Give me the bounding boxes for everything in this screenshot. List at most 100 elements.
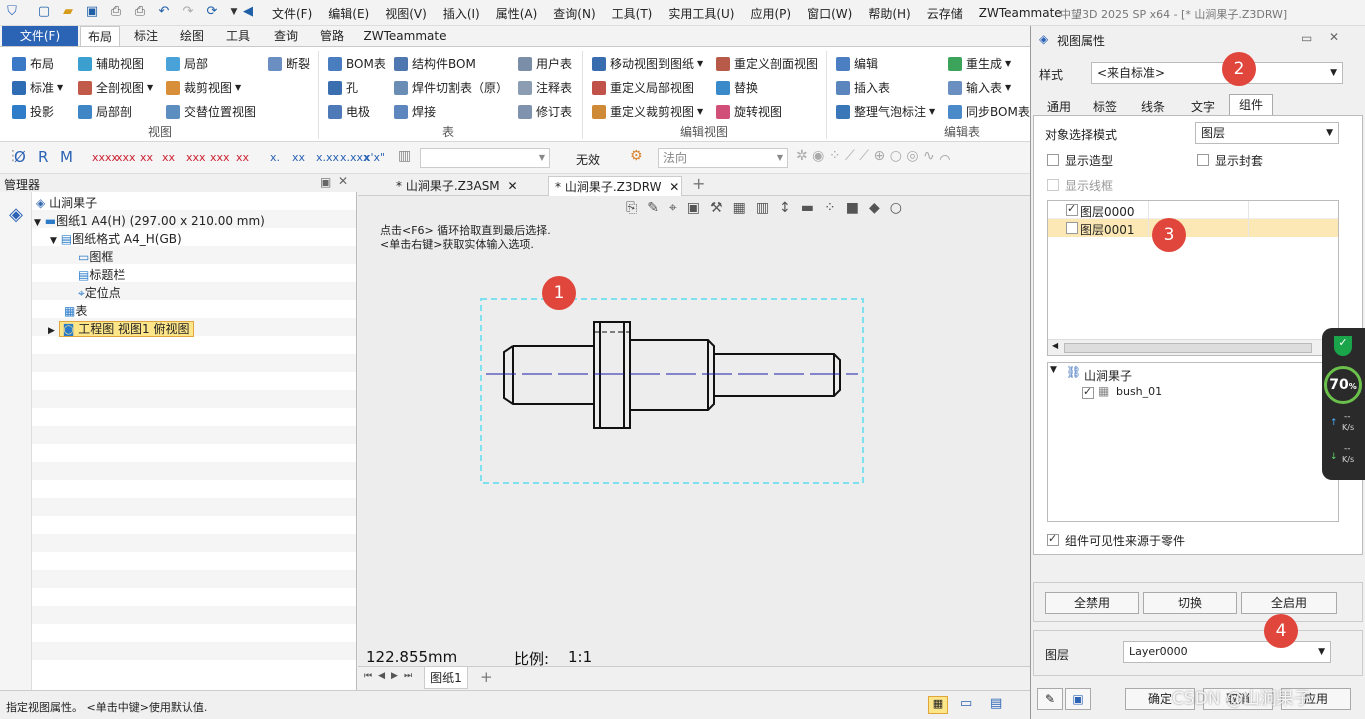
tab-tools[interactable]: 工具	[218, 26, 258, 46]
layout-button[interactable]: 布局	[12, 55, 54, 72]
weld-button[interactable]: 焊接	[394, 103, 436, 120]
expand-icon[interactable]: ▼	[34, 218, 41, 228]
menu-zwteammate[interactable]: ZWTeammate	[971, 6, 1070, 20]
tab-piping[interactable]: 管路	[312, 26, 352, 46]
tree-item-sheet[interactable]: ▼ ▬图纸1 A4(H) (297.00 x 210.00 mm)	[32, 212, 356, 230]
tree-item-format[interactable]: ▼ ▤图纸格式 A4_H(GB)	[32, 230, 356, 248]
new-file-icon[interactable]: ▢	[36, 4, 52, 20]
add-sheet-icon[interactable]: +	[480, 668, 493, 686]
format-icon[interactable]: xxx	[116, 151, 136, 164]
format-icon[interactable]: xx	[236, 151, 249, 164]
diameter-icon[interactable]: Ø	[14, 148, 26, 166]
tab-zwteammate[interactable]: ZWTeammate	[360, 26, 450, 46]
broken-out-section-button[interactable]: 局部剖	[78, 103, 132, 120]
move-view-button[interactable]: 移动视图到图纸 ▼	[592, 55, 703, 72]
menu-tools[interactable]: 工具(T)	[604, 5, 661, 22]
layer-select[interactable]: Layer0000 ▼	[1123, 641, 1331, 663]
user-table-button[interactable]: 用户表	[518, 55, 572, 72]
close-icon[interactable]: ✕	[338, 174, 348, 188]
crop-view-button[interactable]: 裁剪视图 ▼	[166, 79, 241, 96]
layer-checkbox[interactable]	[1066, 222, 1078, 234]
menu-view[interactable]: 视图(V)	[377, 5, 435, 22]
toggle-button[interactable]: 切换	[1143, 592, 1237, 614]
menu-apps[interactable]: 应用(P)	[743, 5, 800, 22]
list-icon[interactable]: ▤	[990, 696, 1002, 711]
format-icon[interactable]: xx	[140, 151, 153, 164]
precision-combo[interactable]: ▼	[420, 148, 550, 168]
format-icon[interactable]: xxx	[210, 151, 230, 164]
file-tab[interactable]: 文件(F)	[2, 26, 78, 46]
alternate-position-button[interactable]: 交替位置视图	[166, 103, 256, 120]
filter-icon[interactable]: ⚙	[630, 148, 643, 164]
format-icon[interactable]: xxxx	[92, 151, 118, 164]
format-icon[interactable]: x.	[270, 151, 280, 164]
menu-cloud[interactable]: 云存储	[919, 5, 971, 22]
close-icon[interactable]: ✕	[669, 180, 679, 194]
weld-cut-table-button[interactable]: 焊件切割表（原）	[394, 79, 508, 96]
sheet-nav-icons[interactable]: ⏮◀▶⏭	[364, 671, 418, 681]
undo-icon[interactable]: ↶	[156, 4, 172, 20]
tab-component[interactable]: 组件	[1229, 94, 1273, 116]
regenerate-button[interactable]: 重生成 ▼	[948, 55, 1011, 72]
import-table-button[interactable]: 输入表 ▼	[948, 79, 1011, 96]
tolerance-icon[interactable]: ▥	[398, 148, 411, 164]
tab-label[interactable]: 标签	[1085, 98, 1125, 115]
electrode-button[interactable]: 电极	[328, 103, 370, 120]
menu-file[interactable]: 文件(F)	[264, 5, 320, 22]
menu-attribute[interactable]: 属性(A)	[488, 5, 546, 22]
component-checkbox[interactable]	[1082, 385, 1094, 399]
save-icon[interactable]: ▣	[1065, 688, 1091, 710]
menu-window[interactable]: 窗口(W)	[799, 5, 860, 22]
tab-text[interactable]: 文字	[1181, 98, 1225, 115]
layer-row[interactable]: 图层0000	[1048, 201, 1338, 219]
tree-item-view[interactable]: ▶ ◙ 工程图 视图1 俯视图	[32, 320, 356, 338]
tree-item-anchor[interactable]: ⌖定位点	[32, 284, 356, 302]
expand-icon[interactable]: ▼	[1050, 365, 1057, 375]
radius-icon[interactable]: R	[38, 148, 48, 166]
sheet-tab-1[interactable]: 图纸1	[424, 667, 468, 689]
redefine-crop-button[interactable]: 重定义裁剪视图 ▼	[592, 103, 703, 120]
tab-query[interactable]: 查询	[264, 26, 308, 46]
menu-utilities[interactable]: 实用工具(U)	[660, 5, 742, 22]
tab-draw[interactable]: 绘图	[172, 26, 212, 46]
format-icon[interactable]: x.xx	[316, 151, 339, 164]
close-icon[interactable]: ✕	[1329, 30, 1339, 44]
pin-icon[interactable]: ▭	[1301, 31, 1312, 45]
menu-insert[interactable]: 插入(I)	[435, 5, 488, 22]
format-icon[interactable]: xxx	[186, 151, 206, 164]
auxiliary-view-button[interactable]: 辅助视图	[78, 55, 144, 72]
redefine-detail-button[interactable]: 重定义局部视图	[592, 79, 694, 96]
redo-icon[interactable]: ↷	[180, 4, 196, 20]
sync-bom-button[interactable]: 同步BOM表	[948, 103, 1030, 120]
rotate-view-button[interactable]: 旋转视图	[716, 103, 782, 120]
horizontal-scrollbar[interactable]: ◀ ▶	[1048, 339, 1338, 355]
expand-icon[interactable]: ▶	[48, 326, 55, 336]
add-tab-icon[interactable]: +	[686, 174, 705, 194]
tab-asm-doc[interactable]: * 山涧果子.Z3ASM ✕	[390, 176, 544, 196]
menu-query[interactable]: 查询(N)	[545, 5, 603, 22]
menu-help[interactable]: 帮助(H)	[860, 5, 918, 22]
revision-table-button[interactable]: 修订表	[518, 103, 572, 120]
scroll-left-icon[interactable]: ◀	[1052, 341, 1058, 350]
format-icon[interactable]: xx	[162, 151, 175, 164]
expand-icon[interactable]: ▼	[50, 236, 57, 246]
grid-toggle-icon[interactable]: ▦	[928, 696, 948, 714]
show-shape-checkbox[interactable]	[1047, 154, 1059, 166]
edit-button[interactable]: 编辑	[836, 55, 878, 72]
standard-button[interactable]: 标准 ▼	[12, 79, 63, 96]
tree-item-root[interactable]: ◈ 山涧果子	[32, 194, 356, 212]
tree-item-table[interactable]: ▦表	[32, 302, 356, 320]
close-icon[interactable]: ✕	[508, 179, 518, 193]
brush-icon[interactable]: ✎	[1037, 688, 1063, 710]
tab-annotate[interactable]: 标注	[126, 26, 166, 46]
save-icon[interactable]: ▣	[84, 4, 100, 20]
note-table-button[interactable]: 注释表	[518, 79, 572, 96]
tree-item-titleblock[interactable]: ▤标题栏	[32, 266, 356, 284]
hole-table-button[interactable]: 孔	[328, 79, 358, 96]
tab-lines[interactable]: 线条	[1133, 98, 1173, 115]
show-wire-checkbox[interactable]	[1047, 179, 1059, 191]
layer-checkbox[interactable]	[1066, 202, 1078, 216]
refresh-icon[interactable]: ⟳	[204, 4, 220, 20]
tab-layout[interactable]: 布局	[80, 26, 120, 46]
arrow-left-icon[interactable]: ◀	[240, 4, 256, 20]
